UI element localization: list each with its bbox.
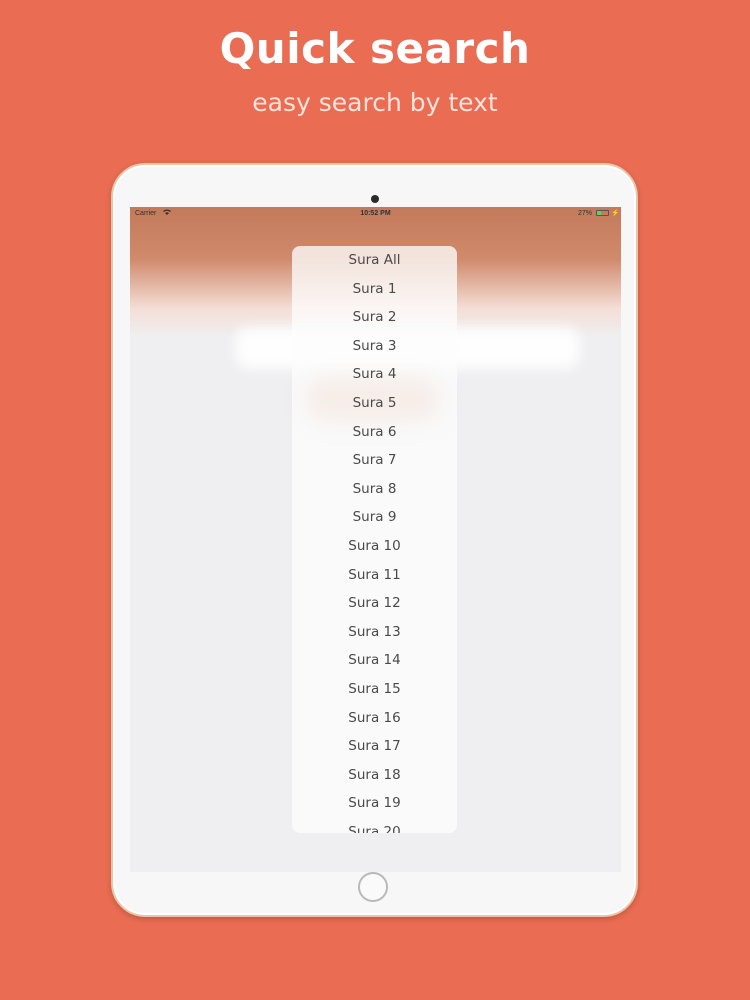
- picker-item[interactable]: Sura 20: [292, 818, 457, 833]
- picker-item[interactable]: Sura 3: [292, 332, 457, 361]
- picker-item[interactable]: Sura 11: [292, 561, 457, 590]
- tablet-screen: Carrier 10:52 PM 27% ⚡ Sura All Sura 1 S…: [130, 207, 621, 872]
- picker-item-sura-all[interactable]: Sura All: [292, 246, 457, 275]
- picker-item[interactable]: Sura 16: [292, 704, 457, 733]
- promo-subtitle: easy search by text: [252, 88, 498, 117]
- status-time: 10:52 PM: [360, 210, 391, 217]
- promo-title: Quick search: [219, 24, 531, 73]
- picker-item[interactable]: Sura 13: [292, 618, 457, 647]
- picker-item[interactable]: Sura 9: [292, 503, 457, 532]
- picker-item[interactable]: Sura 17: [292, 732, 457, 761]
- home-button[interactable]: [358, 872, 388, 902]
- picker-item[interactable]: Sura 1: [292, 275, 457, 304]
- charging-bolt-icon: ⚡: [611, 210, 620, 217]
- picker-item[interactable]: Sura 15: [292, 675, 457, 704]
- picker-item[interactable]: Sura 10: [292, 532, 457, 561]
- picker-item[interactable]: Sura 6: [292, 418, 457, 447]
- picker-item[interactable]: Sura 2: [292, 303, 457, 332]
- picker-item[interactable]: Sura 14: [292, 646, 457, 675]
- status-bar: Carrier 10:52 PM 27% ⚡: [130, 207, 621, 221]
- picker-item[interactable]: Sura 19: [292, 789, 457, 818]
- picker-item[interactable]: Sura 5: [292, 389, 457, 418]
- battery-icon: [596, 210, 609, 216]
- sura-picker-dropdown[interactable]: Sura All Sura 1 Sura 2 Sura 3 Sura 4 Sur…: [292, 246, 457, 833]
- picker-item[interactable]: Sura 4: [292, 360, 457, 389]
- picker-item[interactable]: Sura 7: [292, 446, 457, 475]
- picker-item[interactable]: Sura 12: [292, 589, 457, 618]
- picker-item[interactable]: Sura 8: [292, 475, 457, 504]
- front-camera: [371, 195, 379, 203]
- picker-item[interactable]: Sura 18: [292, 761, 457, 790]
- battery-percentage: 27%: [578, 210, 593, 217]
- tablet-device-frame: Carrier 10:52 PM 27% ⚡ Sura All Sura 1 S…: [111, 163, 638, 917]
